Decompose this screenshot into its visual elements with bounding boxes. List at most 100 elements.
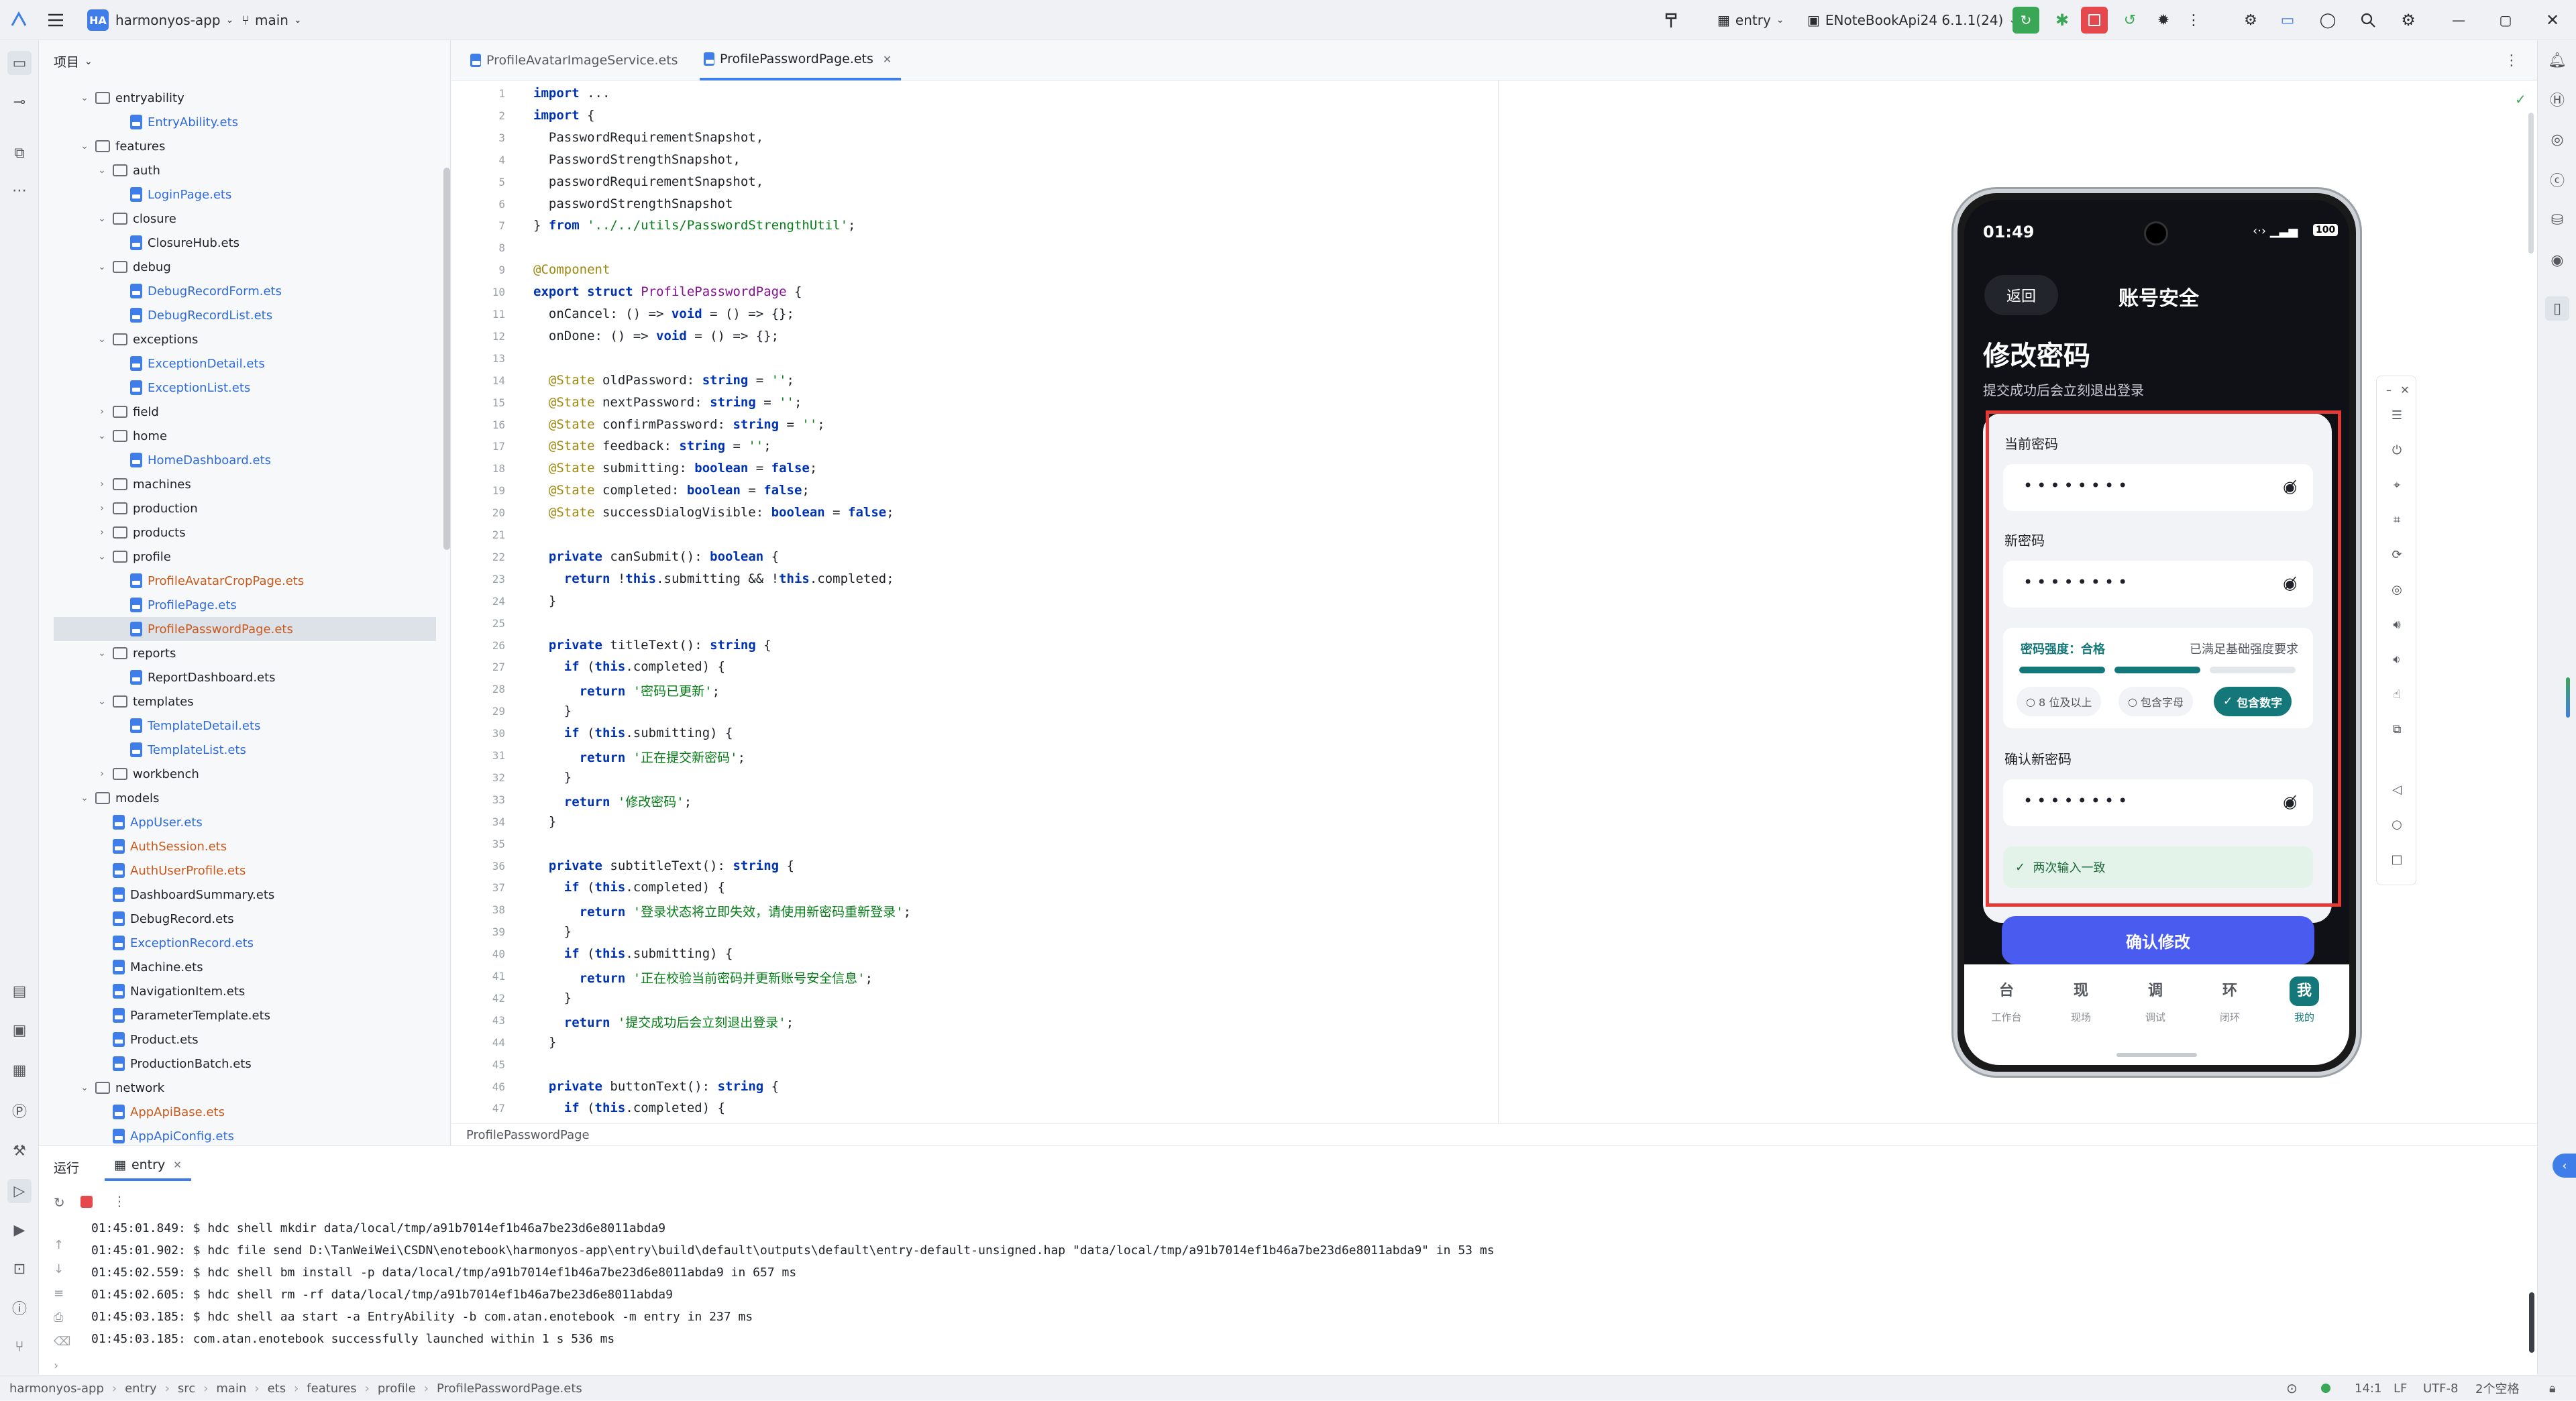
tree-folder[interactable]: › products — [54, 520, 436, 545]
tree-file[interactable]: AuthSession.ets — [54, 834, 436, 858]
run-icon[interactable]: ▷ — [7, 1179, 32, 1203]
branch-switcher[interactable]: ⑂ main ⌄ — [241, 7, 302, 34]
tree-file[interactable]: ClosureHub.ets — [54, 231, 436, 255]
tree-file[interactable]: DashboardSummary.ets — [54, 883, 436, 907]
close-tab-icon[interactable]: ✕ — [173, 1159, 182, 1171]
console-scrollbar[interactable] — [2529, 1292, 2534, 1353]
tree-file[interactable]: AppApiBase.ets — [54, 1100, 436, 1124]
chevron-down-icon[interactable]: ⌄ — [95, 551, 109, 562]
more-vertical-icon[interactable]: ⋮ — [113, 1193, 126, 1209]
editor-scrollbar[interactable] — [2528, 113, 2534, 254]
tree-folder[interactable]: › production — [54, 496, 436, 520]
maximize-button[interactable]: ▢ — [2492, 7, 2519, 34]
tree-file[interactable]: AppUser.ets — [54, 810, 436, 834]
nav-item[interactable]: 我我的 — [2281, 976, 2328, 1024]
file-encoding[interactable]: UTF-8 — [2423, 1376, 2458, 1401]
tree-folder[interactable]: › field — [54, 400, 436, 424]
terminal-icon[interactable]: ⊡ — [7, 1257, 32, 1281]
path-segment[interactable]: ProfilePasswordPage.ets — [437, 1382, 582, 1396]
rerun-button[interactable]: ↻ — [2012, 7, 2039, 34]
tab-profile-password-page[interactable]: ProfilePasswordPage.ets ✕ — [700, 40, 902, 80]
debug-icon[interactable]: ✱ — [2049, 7, 2076, 34]
minimize-button[interactable]: — — [2445, 7, 2472, 34]
chevron-down-icon[interactable]: ⌄ — [95, 648, 109, 659]
chevron-down-icon[interactable]: ⌄ — [78, 93, 91, 103]
tree-file[interactable]: LoginPage.ets — [54, 182, 436, 207]
device-manager-icon[interactable]: ▣ — [7, 1018, 32, 1042]
close-button[interactable]: ✕ — [2539, 7, 2566, 34]
tree-file[interactable]: Machine.ets — [54, 955, 436, 979]
tree-file[interactable]: TemplateDetail.ets — [54, 714, 436, 738]
tree-file[interactable]: EntryAbility.ets — [54, 110, 436, 134]
git-icon[interactable]: ⑂ — [7, 1335, 32, 1359]
database-icon[interactable]: ⛁ — [2545, 208, 2569, 232]
tree-file[interactable]: ParameterTemplate.ets — [54, 1003, 436, 1027]
chevron-down-icon[interactable]: ⌄ — [95, 334, 109, 345]
tree-folder[interactable]: ⌄ exceptions — [54, 327, 436, 351]
search-icon[interactable] — [2355, 7, 2381, 34]
codegenie-icon[interactable]: ⓒ — [2545, 168, 2569, 192]
chevron-down-icon[interactable]: ⌄ — [78, 141, 91, 152]
rotate-icon[interactable]: ⟳ — [2389, 547, 2405, 563]
device-mirror-icon[interactable]: ▯ — [2545, 296, 2569, 321]
hammer-icon[interactable] — [1662, 7, 1682, 34]
chevron-right-icon[interactable]: › — [95, 527, 109, 538]
back-button[interactable]: 返回 — [1984, 275, 2058, 315]
nav-item[interactable]: 台工作台 — [1983, 976, 2030, 1024]
hvigor-icon[interactable]: Ⓗ — [2545, 87, 2569, 111]
chevron-right-icon[interactable]: › — [95, 406, 109, 417]
clear-icon[interactable]: ⌫ — [54, 1330, 70, 1354]
tree-folder[interactable]: › workbench — [54, 762, 436, 786]
more-vertical-icon[interactable]: ⋮ — [2184, 7, 2204, 34]
chevron-right-icon[interactable]: › — [95, 479, 109, 490]
line-separator[interactable]: LF — [2394, 1376, 2407, 1401]
tree-folder[interactable]: ⌄ home — [54, 424, 436, 448]
pin-off-icon[interactable]: ⌖ — [2389, 477, 2405, 493]
chevron-down-icon[interactable]: ⌄ — [95, 431, 109, 441]
record-icon[interactable]: ◎ — [2389, 581, 2405, 598]
close-tab-icon[interactable]: ✕ — [883, 53, 892, 66]
commit-icon[interactable]: ⊸ — [7, 90, 32, 114]
problems-icon[interactable]: ⓘ — [7, 1296, 32, 1320]
apply-changes-icon[interactable]: ↺ — [2116, 7, 2143, 34]
path-segment[interactable]: harmonyos-app — [9, 1382, 104, 1396]
terminal-grid-icon[interactable]: ▦ — [7, 1058, 32, 1082]
chevron-down-icon[interactable]: ⌄ — [95, 696, 109, 707]
tree-file[interactable]: NavigationItem.ets — [54, 979, 436, 1003]
tree-file[interactable]: ProfilePage.ets — [54, 593, 436, 617]
chevron-down-icon[interactable]: ⌄ — [78, 1082, 91, 1093]
project-panel-header[interactable]: 项目 ⌄ — [54, 52, 93, 70]
profiler-icon[interactable]: ✹ — [2150, 7, 2177, 34]
structure-icon[interactable]: ⧉ — [7, 141, 32, 165]
project-folder-icon[interactable]: ▭ — [7, 51, 32, 75]
tree-folder[interactable]: ⌄ entryability — [54, 86, 436, 110]
tree-folder[interactable]: ⌄ closure — [54, 207, 436, 231]
path-segment[interactable]: entry — [125, 1382, 157, 1396]
tree-file[interactable]: ProfilePasswordPage.ets — [54, 617, 436, 641]
tree-file[interactable]: ProductionBatch.ets — [54, 1052, 436, 1076]
crop-icon[interactable]: ⌗ — [2389, 512, 2405, 528]
stop-run-button[interactable] — [80, 1196, 93, 1208]
profiler-icon[interactable]: Ⓟ — [7, 1099, 32, 1123]
tree-folder[interactable]: ⌄ debug — [54, 255, 436, 279]
soft-wrap-icon[interactable]: ≡ — [54, 1282, 70, 1306]
chevron-right-icon[interactable]: › — [95, 769, 109, 779]
tree-file[interactable]: Product.ets — [54, 1027, 436, 1052]
coverage-icon[interactable]: ⊙ — [2286, 1376, 2298, 1401]
minimize-icon[interactable]: – — [2381, 382, 2397, 398]
path-segment[interactable]: src — [178, 1382, 195, 1396]
path-segment[interactable]: main — [216, 1382, 246, 1396]
back-nav-icon[interactable]: ◁ — [2389, 781, 2405, 797]
collapse-arrow-icon[interactable]: ‹ — [2553, 1154, 2576, 1178]
close-icon[interactable]: ✕ — [2397, 382, 2413, 398]
more-horizontal-icon[interactable]: ⋯ — [7, 178, 32, 203]
power-icon[interactable]: ⏻ — [2389, 442, 2405, 458]
tree-folder[interactable]: ⌄ profile — [54, 545, 436, 569]
lock-icon[interactable]: 🔒︎ — [2549, 1376, 2556, 1401]
more-vertical-icon[interactable]: ⋮ — [2504, 40, 2519, 80]
tab-profile-avatar-service[interactable]: ProfileAvatarImageService.ets — [466, 40, 678, 80]
chevron-down-icon[interactable]: ⌄ — [95, 165, 109, 176]
notifications-icon[interactable]: 🔔︎ — [2545, 48, 2569, 72]
tree-file[interactable]: DebugRecordList.ets — [54, 303, 436, 327]
menu-icon[interactable]: ☰ — [2389, 407, 2405, 423]
